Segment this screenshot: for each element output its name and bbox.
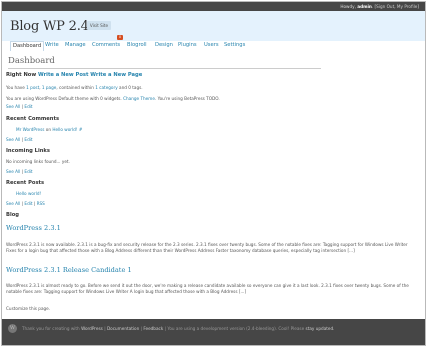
- rss-link[interactable]: RSS: [37, 201, 45, 206]
- recent-comments-heading: Recent Comments: [6, 116, 60, 122]
- dev-version-text: You are using a development version (2.4…: [167, 326, 305, 331]
- stay-updated-link[interactable]: stay updated.: [306, 326, 335, 331]
- my-profile-link[interactable]: My Profile: [397, 4, 417, 9]
- pages-count-link[interactable]: 1 page: [42, 85, 56, 90]
- right-now-heading: Right Now: [6, 72, 37, 78]
- recent-post-link[interactable]: Hello world!: [16, 191, 41, 196]
- wordpress-logo-icon: W: [8, 324, 17, 333]
- comment-author-link[interactable]: Mr WordPress: [16, 127, 44, 132]
- dashboard-content: Dashboard Right Now Write a New Post Wri…: [2, 41, 425, 319]
- comments-count-badge: 0: [117, 35, 123, 40]
- theme-text: You are using WordPress Default theme wi…: [6, 96, 122, 101]
- blog-post-excerpt: WordPress 2.3.1 is almost ready to go. B…: [6, 283, 409, 294]
- posts-count-link[interactable]: 1 post: [26, 85, 39, 90]
- howdy-text: Howdy,: [340, 3, 356, 9]
- see-all-link[interactable]: See All: [6, 137, 20, 142]
- username-link[interactable]: admin: [357, 4, 372, 9]
- feedback-link[interactable]: Feedback: [143, 326, 163, 331]
- blog-post-title[interactable]: WordPress 2.3.1: [6, 224, 61, 232]
- page-title: Dashboard: [8, 56, 55, 66]
- sign-out-link[interactable]: Sign Out: [376, 4, 394, 9]
- stats-end: and 0 tags.: [119, 85, 143, 90]
- recent-post-item: Hello world!: [16, 191, 41, 196]
- recent-posts-heading: Recent Posts: [6, 180, 45, 186]
- comment-permalink[interactable]: #: [79, 127, 83, 132]
- blog-heading: Blog: [6, 212, 20, 218]
- blog-title: Blog WP 2.4: [10, 19, 89, 34]
- incoming-links-actions: See All | Edit: [6, 169, 33, 174]
- browser-window: Howdy, admin. [Sign Out, My Profile] Blo…: [1, 1, 426, 346]
- edit-link[interactable]: Edit: [24, 169, 32, 174]
- change-theme-link[interactable]: Change Theme: [123, 96, 155, 101]
- write-post-link[interactable]: Write a New Post: [38, 72, 88, 78]
- categories-count-link[interactable]: 1 category: [95, 85, 118, 90]
- stats-mid: contained within: [59, 85, 94, 90]
- see-all-link[interactable]: See All: [6, 104, 20, 109]
- recent-posts-actions: See All | Edit | RSS: [6, 201, 45, 206]
- see-all-link[interactable]: See All: [6, 169, 20, 174]
- recent-comment-item: Mr WordPress on Hello world! #: [16, 127, 82, 132]
- footer-text: Thank you for creating with WordPress | …: [22, 326, 335, 331]
- thank-you-text: Thank you for creating with: [22, 326, 80, 331]
- version-text: You're using BetaPress TODO.: [157, 96, 220, 101]
- edit-link[interactable]: Edit: [24, 201, 32, 206]
- stats-prefix: You have: [6, 85, 25, 90]
- write-page-link[interactable]: Write a New Page: [90, 72, 142, 78]
- right-now-heading-row: Right Now Write a New Post Write a New P…: [6, 72, 142, 78]
- comment-post-link[interactable]: Hello world!: [52, 127, 77, 132]
- see-all-link[interactable]: See All: [6, 201, 20, 206]
- right-now-stats: You have 1 post, 1 page, contained withi…: [6, 85, 143, 90]
- incoming-links-empty: No incoming links found... yet.: [6, 159, 70, 164]
- title-divider: [8, 68, 321, 69]
- incoming-links-heading: Incoming Links: [6, 148, 50, 154]
- user-links: Howdy, admin. [Sign Out, My Profile]: [340, 4, 419, 9]
- comment-on-text: on: [45, 127, 52, 132]
- separator: ]: [417, 3, 419, 9]
- right-now-actions: See All | Edit: [6, 104, 33, 109]
- right-now-theme: You are using WordPress Default theme wi…: [6, 96, 220, 101]
- blog-post-excerpt: WordPress 2.3.1 is now available. 2.3.1 …: [6, 242, 408, 253]
- edit-link[interactable]: Edit: [24, 137, 32, 142]
- visit-site-button[interactable]: Visit Site: [87, 21, 111, 30]
- footer: W Thank you for creating with WordPress …: [2, 319, 425, 345]
- admin-header: Blog WP 2.4 Visit Site Dashboard Write M…: [2, 11, 425, 51]
- wordpress-link[interactable]: WordPress: [81, 326, 103, 331]
- recent-comments-actions: See All | Edit: [6, 137, 33, 142]
- user-bar: Howdy, admin. [Sign Out, My Profile]: [2, 2, 425, 11]
- blog-post-title[interactable]: WordPress 2.3.1 Release Candidate 1: [6, 266, 132, 274]
- edit-link[interactable]: Edit: [24, 104, 32, 109]
- documentation-link[interactable]: Documentation: [107, 326, 139, 331]
- customize-page-link[interactable]: Customize this page.: [6, 306, 50, 311]
